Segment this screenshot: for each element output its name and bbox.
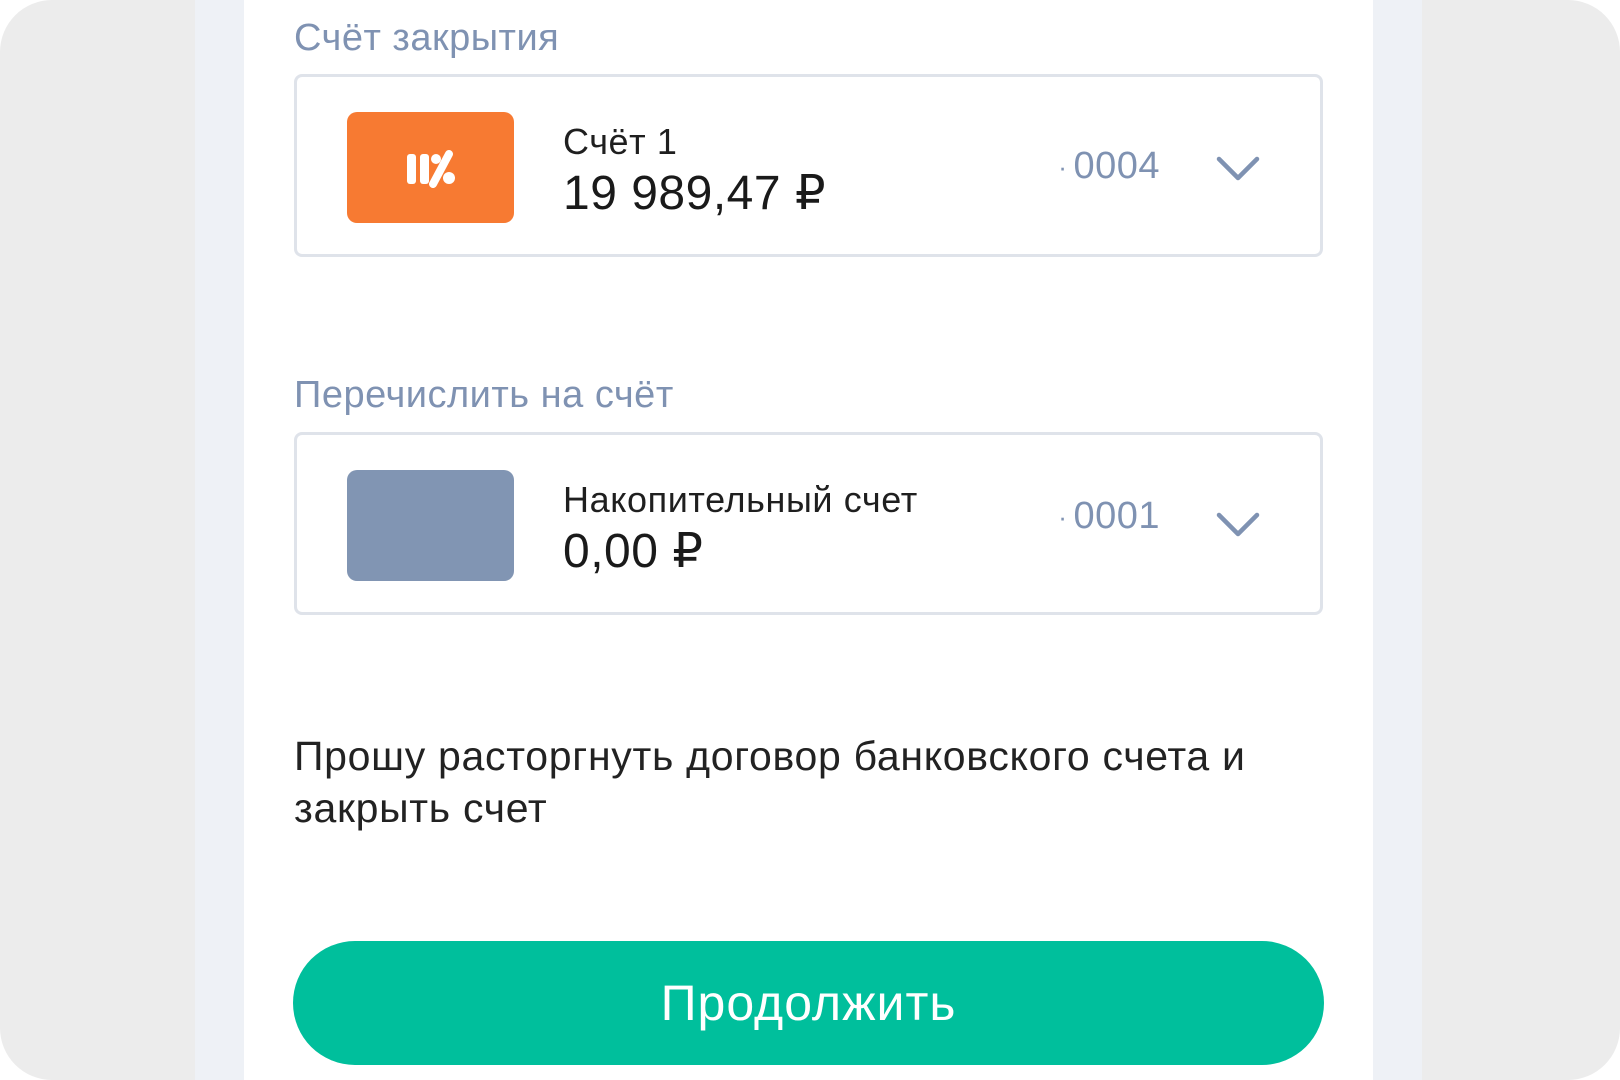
transfer-account-selector[interactable]: Накопительный счет 0,00 ₽ · 0001 [294,432,1323,615]
account-thumbnail [347,112,514,223]
balance-amount: 0,00 [563,525,659,578]
transfer-account-label: Перечислить на счёт [294,374,674,416]
account-number: · 0004 [1058,145,1160,188]
number-dot: · [1058,152,1068,183]
closure-statement: Прошу расторгнуть договор банковского сч… [294,733,1246,831]
account-name: Накопительный счет [563,479,918,520]
currency-symbol: ₽ [672,525,704,578]
number-dot: · [1058,502,1068,533]
account-number-digits: 0004 [1073,145,1160,187]
chevron-down-icon[interactable] [1216,155,1260,183]
account-thumbnail [347,470,514,581]
balance-amount: 19 989,47 [563,167,782,220]
account-balance: 0,00 ₽ [563,523,703,579]
bank-logo-icon [406,149,455,188]
account-balance: 19 989,47 ₽ [563,165,826,221]
screen-frame: Счёт закрытия Счёт 1 19 989,47 ₽ · 0004 Пе… [0,0,1620,1080]
account-name: Счёт 1 [563,121,678,162]
account-number: · 0001 [1058,495,1160,538]
close-account-selector[interactable]: Счёт 1 19 989,47 ₽ · 0004 [294,74,1323,257]
continue-button[interactable]: Продолжить [293,941,1324,1065]
currency-symbol: ₽ [795,167,827,220]
chevron-down-icon[interactable] [1216,511,1260,539]
close-account-label: Счёт закрытия [294,17,560,59]
account-number-digits: 0001 [1073,495,1160,537]
